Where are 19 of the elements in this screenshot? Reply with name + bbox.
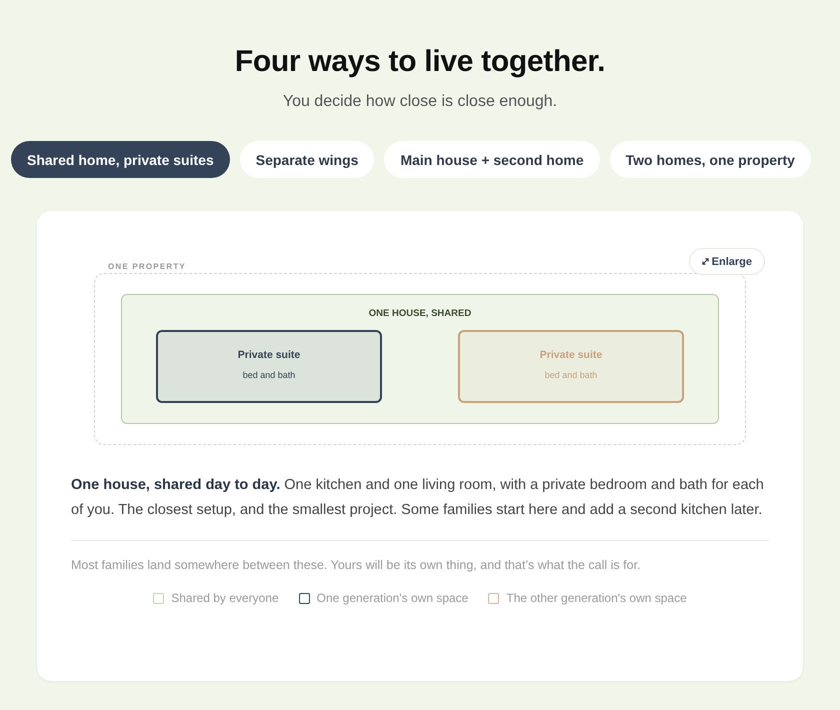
suite-detail: bed and bath (242, 370, 296, 380)
option-tab[interactable]: Two homes, one property (610, 141, 811, 178)
option-tab[interactable]: Main house + second home (384, 141, 600, 178)
note-text: Most families land somewhere between these. Yours will be its own thing, and that’s what the call is for. (71, 558, 642, 572)
property-label: ONE PROPERTY (108, 262, 186, 271)
suite-detail: bed and bath (544, 370, 598, 380)
house-label: ONE HOUSE, SHARED (368, 308, 472, 319)
legend-label: Shared by everyone (171, 591, 279, 605)
option-tab[interactable]: Separate wings (240, 141, 374, 178)
legend-label: One generation's own space (316, 591, 468, 605)
page-subtitle: You decide how close is close enough. (282, 93, 558, 111)
legend-label: The other generation's own space (506, 591, 687, 605)
option-tab[interactable]: Shared home, private suites (11, 141, 230, 178)
enlarge-button[interactable]: Enlarge (688, 248, 765, 275)
suite-title: Private suite (236, 349, 302, 361)
page-title: Four ways to live together. (234, 45, 606, 79)
description-paragraph: One house, shared day to day. One kitchen and one living room, with a private bedroom and bath for each of you. The closest setup, and the smallest project. Some families start here and add a second kitchen later. (71, 476, 765, 520)
expand-icon (702, 258, 709, 265)
suite-title: Private suite (538, 349, 604, 361)
